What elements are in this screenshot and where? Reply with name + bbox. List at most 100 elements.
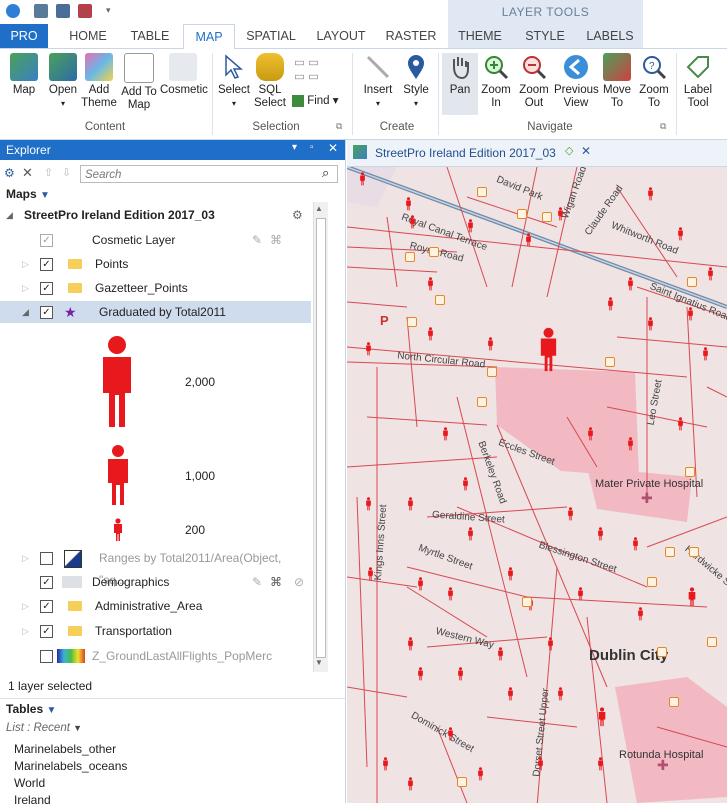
layer-row-graduated[interactable]: ◢ ✓ ★ Graduated by Total2011 <box>0 301 311 323</box>
dialog-launcher-icon[interactable]: ⧉ <box>660 121 666 132</box>
layer-options-icon[interactable]: ⚙ <box>4 166 15 180</box>
layer-checkbox[interactable]: ✓ <box>40 258 53 271</box>
tab-raster[interactable]: RASTER <box>380 24 442 48</box>
content-group-label: Content <box>84 121 126 133</box>
scroll-up-icon[interactable]: ▲ <box>315 204 323 213</box>
save-icon[interactable] <box>56 4 70 18</box>
zoom-to-button[interactable]: ? Zoom To <box>636 53 672 110</box>
layer-checkbox[interactable] <box>40 552 53 565</box>
tab-pro[interactable]: PRO <box>0 24 48 48</box>
select-layer-icon[interactable]: ⌘ <box>270 571 282 593</box>
layer-row-ground[interactable]: Z_GroundLastAllFlights_PopMerc <box>0 645 310 667</box>
close-tab-icon[interactable]: ✕ <box>581 144 591 158</box>
quick-access-dropdown-icon[interactable]: ▾ <box>106 5 111 16</box>
tab-home[interactable]: HOME <box>58 24 118 48</box>
move-down-icon[interactable]: ⇩ <box>62 166 71 179</box>
layer-checkbox[interactable]: ✓ <box>40 306 53 319</box>
move-up-icon[interactable]: ⇧ <box>44 166 53 179</box>
population-marker-icon <box>628 277 633 291</box>
add-to-map-button[interactable]: Add To Map <box>120 53 158 112</box>
map-window-icon <box>353 145 367 159</box>
cosmetic-button[interactable]: Cosmetic <box>160 53 208 97</box>
bus-stop-icon <box>669 697 679 707</box>
map-properties-icon[interactable]: ⚙ <box>292 204 303 226</box>
layer-row-gazetteer[interactable]: ▷ ✓ Gazetteer_Points <box>0 277 310 299</box>
style-button[interactable]: Style ▾ <box>398 53 434 110</box>
add-theme-button[interactable]: Add Theme <box>80 53 118 110</box>
layer-label: Demographics <box>92 575 170 589</box>
label-icon[interactable]: ⊘ <box>294 571 304 593</box>
population-marker-icon <box>648 317 653 331</box>
tab-map[interactable]: MAP <box>183 24 235 50</box>
layer-checkbox[interactable]: ✓ <box>40 600 53 613</box>
scroll-down-icon[interactable]: ▼ <box>315 658 323 667</box>
maps-header[interactable]: Maps ▼ <box>6 187 50 201</box>
bus-stop-icon <box>647 577 657 587</box>
close-table-icon[interactable] <box>78 4 92 18</box>
previous-view-button[interactable]: Previous View <box>554 53 599 110</box>
pin-tab-icon[interactable]: ◇ <box>565 144 573 157</box>
find-button[interactable]: Find ▾ <box>292 95 348 108</box>
layer-checkbox[interactable] <box>40 650 53 663</box>
auto-hide-icon[interactable]: ▫ <box>310 142 314 153</box>
map-tab-title[interactable]: StreetPro Ireland Edition 2017_03 <box>375 146 556 160</box>
title-bar: ▾ LAYER TOOLS <box>0 0 727 24</box>
tab-spatial[interactable]: SPATIAL <box>240 24 302 48</box>
population-marker-icon <box>608 297 613 311</box>
bus-stop-icon <box>517 209 527 219</box>
layer-checkbox[interactable]: ✓ <box>40 625 53 638</box>
layer-checkbox[interactable]: ✓ <box>40 234 53 247</box>
scrollbar-thumb[interactable] <box>316 218 326 658</box>
expand-arrow-icon: ▷ <box>22 601 29 611</box>
select-layer-icon[interactable]: ⌘ <box>270 229 282 251</box>
ranges-theme-icon <box>64 550 82 568</box>
layer-checkbox[interactable]: ✓ <box>40 576 53 589</box>
pan-button[interactable]: Pan <box>442 53 478 115</box>
edit-icon[interactable]: ✎ <box>252 571 262 593</box>
insert-button[interactable]: Insert ▾ <box>358 53 398 110</box>
search-icon[interactable]: ⌕ <box>322 165 329 181</box>
map-node[interactable]: ◢ StreetPro Ireland Edition 2017_03 ⚙ <box>0 204 330 226</box>
move-to-button[interactable]: Move To <box>600 53 634 110</box>
tab-style[interactable]: STYLE <box>516 24 574 48</box>
population-marker-icon <box>360 172 365 186</box>
sql-select-button[interactable]: SQL Select <box>252 53 288 110</box>
layer-checkbox[interactable]: ✓ <box>40 282 53 295</box>
tab-layout[interactable]: LAYOUT <box>310 24 372 48</box>
tab-theme[interactable]: THEME <box>450 24 510 48</box>
list-item[interactable]: Marinelabels_oceans <box>14 758 127 775</box>
population-marker-icon <box>578 587 583 601</box>
tree-scrollbar[interactable]: ▲ ▼ <box>313 202 328 672</box>
tab-table[interactable]: TABLE <box>122 24 178 48</box>
close-panel-icon[interactable]: ✕ <box>328 141 338 155</box>
edit-icon[interactable]: ✎ <box>252 229 262 251</box>
select-button[interactable]: Select ▾ <box>216 53 252 110</box>
population-marker-icon <box>508 687 513 701</box>
layer-row-administrative[interactable]: ▷ ✓ Administrative_Area <box>0 595 310 617</box>
zoom-in-button[interactable]: Zoom In <box>478 53 514 110</box>
label-tool-button[interactable]: Label Tool <box>680 53 716 110</box>
map-canvas[interactable]: David Park Royal Canal Terrace Wigan Roa… <box>347 167 727 803</box>
layer-row-demographics[interactable]: ✓ Demographics ✎ ⌘ ⊘ <box>0 571 310 593</box>
tab-labels[interactable]: LABELS <box>580 24 640 48</box>
pin-panel-icon[interactable]: ▾ <box>292 142 297 153</box>
list-item[interactable]: World <box>14 775 127 792</box>
hospital-area <box>587 467 692 522</box>
zoom-in-icon <box>482 53 510 81</box>
open-button[interactable]: Open ▾ <box>46 53 80 110</box>
search-input[interactable]: Search <box>80 165 338 183</box>
tables-header[interactable]: Tables ▼ <box>6 702 56 716</box>
list-item[interactable]: Marinelabels_other <box>14 741 127 758</box>
layer-row-transportation[interactable]: ▷ ✓ Transportation <box>0 620 310 642</box>
zoom-out-button[interactable]: Zoom Out <box>516 53 552 110</box>
layer-row-points[interactable]: ▷ ✓ Points <box>0 253 310 275</box>
open-workspace-icon[interactable] <box>34 4 48 18</box>
layer-row-cosmetic[interactable]: ✓ Cosmetic Layer ✎ ⌘ <box>0 229 310 251</box>
map-button[interactable]: Map <box>6 53 42 97</box>
table-list-mode[interactable]: List : Recent ▼ <box>6 722 82 734</box>
remove-layer-icon[interactable]: ✕ <box>22 165 33 181</box>
layer-row-ranges[interactable]: ▷ Ranges by Total2011/Area(Object, "sq..… <box>0 547 310 587</box>
dialog-launcher-icon[interactable]: ⧉ <box>336 121 342 132</box>
back-arrow-icon <box>562 53 590 81</box>
list-item[interactable]: Ireland <box>14 792 127 809</box>
